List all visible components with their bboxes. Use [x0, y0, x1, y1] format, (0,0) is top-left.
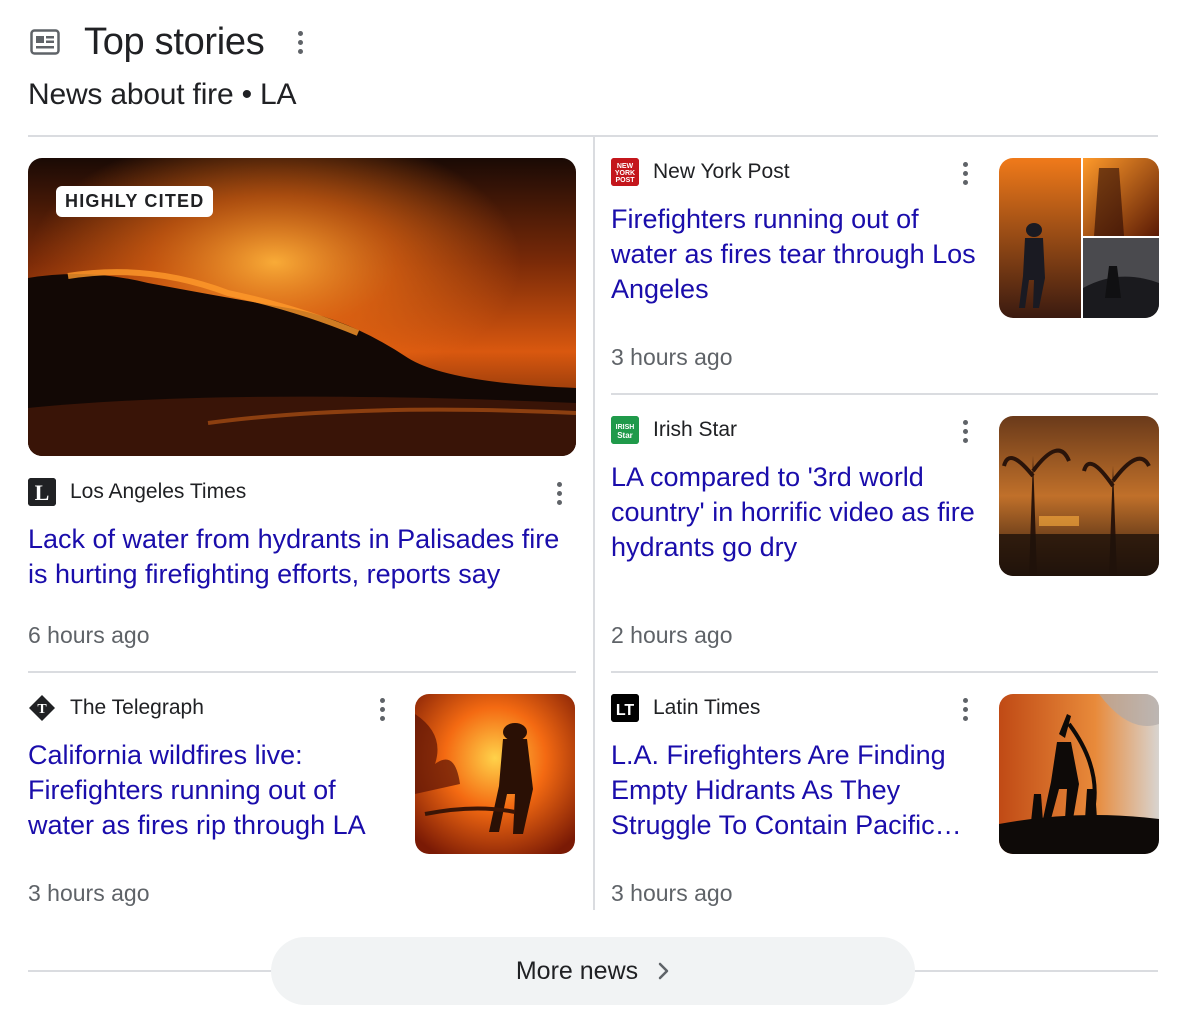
headline-line: L.A. Firefighters Are Finding	[611, 740, 946, 770]
story-time: 6 hours ago	[28, 622, 150, 648]
story-headline[interactable]: LA compared to '3rd world country' in ho…	[611, 460, 981, 565]
headline-line: Empty Hidrants As They	[611, 775, 901, 805]
new-york-post-logo: NEW YORK POST	[611, 158, 639, 186]
story-card[interactable]: L Los Angeles Times Lack of water from h…	[28, 478, 576, 592]
story-thumbnail-firefighters-silhouette[interactable]	[999, 694, 1159, 854]
more-news-button[interactable]: More news	[271, 937, 915, 1005]
page-subtitle: News about fire • LA	[28, 78, 297, 111]
more-vert-icon[interactable]	[955, 416, 975, 446]
story-time: 3 hours ago	[611, 880, 733, 906]
story-time: 2 hours ago	[611, 622, 733, 648]
svg-text:POST: POST	[615, 177, 635, 184]
more-news-label: More news	[515, 956, 639, 985]
la-times-logo: L	[28, 478, 56, 506]
story-image-wildfire-hillside[interactable]: HIGHLY CITED	[28, 158, 576, 456]
divider	[28, 970, 273, 972]
story-source: Los Angeles Times	[70, 480, 247, 503]
more-vert-icon[interactable]	[549, 478, 569, 508]
story-time: 3 hours ago	[611, 344, 733, 370]
story-card[interactable]: T The Telegraph California wildfires liv…	[28, 694, 388, 843]
story-headline[interactable]: California wildfires live: Firefighters …	[28, 738, 388, 843]
column-divider	[593, 137, 595, 910]
svg-text:LT: LT	[616, 702, 635, 719]
more-vert-icon[interactable]	[372, 694, 392, 724]
newspaper-icon	[28, 25, 62, 59]
divider	[913, 970, 1158, 972]
story-thumbnail-firefighter-flames[interactable]	[415, 694, 575, 854]
telegraph-logo: T	[28, 694, 56, 722]
story-source: Irish Star	[653, 418, 738, 441]
story-source: New York Post	[653, 160, 790, 183]
story-source: Latin Times	[653, 696, 761, 719]
svg-text:NEW: NEW	[617, 163, 634, 170]
story-thumbnail-collage[interactable]	[999, 158, 1159, 318]
svg-text:IRISH: IRISH	[616, 424, 635, 431]
headline-line: Struggle To Contain Pacific…	[611, 810, 962, 840]
story-headline[interactable]: Firefighters running out of water as fir…	[611, 202, 981, 307]
story-thumbnail-smoky-street[interactable]	[999, 416, 1159, 576]
irish-star-logo: IRISH Star	[611, 416, 639, 444]
story-headline[interactable]: L.A. Firefighters Are Finding Empty Hidr…	[611, 738, 981, 843]
svg-text:Star: Star	[617, 431, 633, 440]
story-card[interactable]: NEW YORK POST New York Post Firefighters r…	[611, 158, 981, 307]
divider	[611, 671, 1158, 673]
divider	[28, 671, 576, 673]
story-card[interactable]: IRISH Star Irish Star LA compared to '3rd…	[611, 416, 981, 565]
more-vert-icon[interactable]	[290, 27, 310, 57]
latin-times-logo: LT	[611, 694, 639, 722]
highly-cited-badge: HIGHLY CITED	[56, 186, 214, 217]
story-time: 3 hours ago	[28, 880, 150, 906]
page-title: Top stories	[84, 20, 265, 63]
svg-text:YORK: YORK	[615, 170, 635, 177]
story-source: The Telegraph	[70, 696, 204, 719]
svg-text:T: T	[37, 702, 47, 717]
story-headline[interactable]: Lack of water from hydrants in Palisades…	[28, 522, 576, 592]
svg-text:L: L	[35, 480, 50, 505]
more-vert-icon[interactable]	[955, 694, 975, 724]
story-card[interactable]: LT Latin Times L.A. Firefighters Are Fin…	[611, 694, 981, 843]
top-stories-header: Top stories News about fire • LA	[28, 18, 1158, 112]
more-vert-icon[interactable]	[955, 158, 975, 188]
divider	[611, 393, 1158, 395]
chevron-right-icon	[658, 962, 670, 980]
